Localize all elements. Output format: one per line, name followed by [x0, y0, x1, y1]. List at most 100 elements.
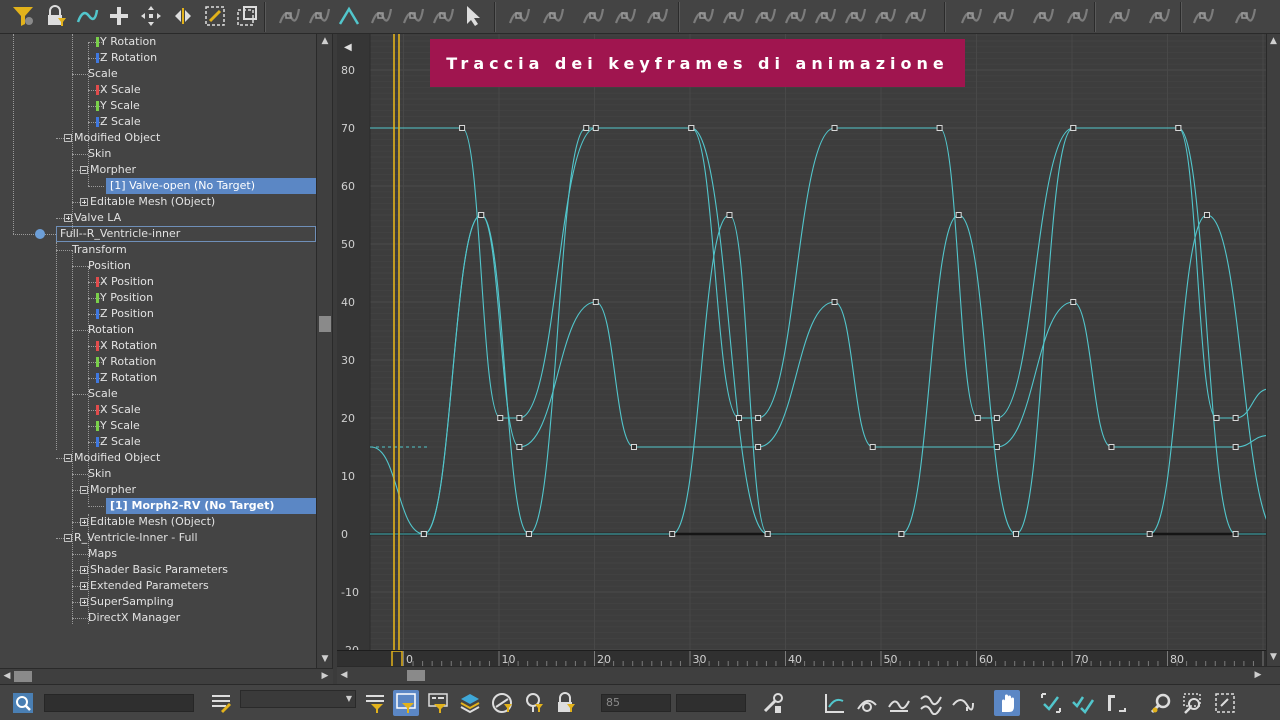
keyframe-point[interactable] [592, 125, 599, 131]
tree-item[interactable]: Z Rotation [0, 370, 316, 386]
keyframe-point[interactable] [955, 212, 962, 218]
tangent-custom-icon[interactable] [540, 3, 566, 29]
tree-item[interactable]: Position [0, 258, 316, 274]
tree-item[interactable]: Y Position [0, 290, 316, 306]
keyframe-point[interactable] [420, 531, 427, 537]
expand-plus-icon[interactable] [80, 598, 88, 606]
track-set-dropdown[interactable]: ▼ [240, 690, 356, 708]
tree-item[interactable]: Y Scale [0, 98, 316, 114]
keyframe-point[interactable] [516, 415, 523, 421]
tree-item[interactable]: Z Scale [0, 434, 316, 450]
loop-icon[interactable] [872, 3, 898, 29]
tree-item[interactable]: Editable Mesh (Object) [0, 514, 316, 530]
tree-item[interactable]: Modified Object [0, 130, 316, 146]
tree-item[interactable]: Morpher [0, 482, 316, 498]
keyframe-point[interactable] [831, 299, 838, 305]
graph-vertical-scrollbar[interactable]: ▲ ▼ [1266, 34, 1280, 666]
out-of-range-icon[interactable] [812, 3, 838, 29]
tree-hscroll-thumb[interactable] [14, 671, 32, 682]
frame-value-field[interactable]: 85 [601, 694, 671, 712]
lock-selection-icon[interactable] [552, 690, 578, 716]
show-curves-icon[interactable] [1190, 3, 1216, 29]
tree-item[interactable]: Rotation [0, 322, 316, 338]
key-tangent-icon[interactable] [368, 3, 394, 29]
layers-icon[interactable] [457, 690, 483, 716]
tree-item[interactable]: X Scale [0, 402, 316, 418]
tree-item[interactable]: Y Rotation [0, 354, 316, 370]
keyframe-point[interactable] [516, 444, 523, 450]
keyframe-point[interactable] [459, 125, 466, 131]
collapse-minus-icon[interactable] [80, 166, 88, 174]
show-keyable-icon[interactable] [336, 3, 362, 29]
tree-vertical-scrollbar[interactable]: ▲ ▼ [316, 34, 332, 668]
keyframe-point[interactable] [1012, 531, 1019, 537]
collapse-minus-icon[interactable] [64, 134, 72, 142]
tree-item[interactable]: Z Position [0, 306, 316, 322]
keyframe-point[interactable] [1203, 212, 1210, 218]
filter-icon[interactable] [10, 3, 36, 29]
edit-curve-icon[interactable] [74, 3, 100, 29]
collapse-minus-icon[interactable] [80, 486, 88, 494]
tree-item[interactable]: Scale [0, 66, 316, 82]
graph-scroll-up-icon[interactable]: ▲ [1267, 34, 1280, 48]
collapse-minus-icon[interactable] [64, 454, 72, 462]
tree-item[interactable]: X Position [0, 274, 316, 290]
keyframe-point[interactable] [478, 212, 485, 218]
zoom-region-icon[interactable] [1104, 690, 1130, 716]
scroll-right-icon[interactable]: ▶ [318, 669, 332, 684]
tree-item[interactable]: DirectX Manager [0, 610, 316, 626]
keyframe-point[interactable] [755, 444, 762, 450]
tangent-auto-icon[interactable] [506, 3, 532, 29]
lock-icon[interactable] [42, 3, 68, 29]
tree-item[interactable]: Editable Mesh (Object) [0, 194, 316, 210]
keyframe-point[interactable] [993, 415, 1000, 421]
tree-item[interactable]: [1] Valve-open (No Target) [0, 178, 316, 194]
slide-keys-icon[interactable] [170, 3, 196, 29]
filter-selected-tracks-icon[interactable] [362, 690, 388, 716]
zoom-region-magnify-icon[interactable] [1180, 690, 1206, 716]
tree-item[interactable]: Extended Parameters [0, 578, 316, 594]
pan-hand-icon[interactable] [994, 690, 1020, 716]
tree-item[interactable]: X Rotation [0, 338, 316, 354]
keyframe-point[interactable] [898, 531, 905, 537]
expand-plus-icon[interactable] [64, 214, 72, 222]
tree-item[interactable]: X Scale [0, 82, 316, 98]
keyframe-point[interactable] [1175, 125, 1182, 131]
keyframe-point[interactable] [1070, 299, 1077, 305]
show-all-icon[interactable] [1232, 3, 1258, 29]
tree-item[interactable]: SuperSampling [0, 594, 316, 610]
smooth-icon[interactable] [782, 3, 808, 29]
tree-item[interactable]: Morpher [0, 162, 316, 178]
keyframe-point[interactable] [1232, 415, 1239, 421]
tree-item[interactable]: R_Ventricle-Inner - Full [0, 530, 316, 546]
zoom-extents-icon[interactable] [1212, 690, 1238, 716]
scale-keys-icon[interactable] [202, 3, 228, 29]
zoom-selected-icon[interactable] [10, 690, 36, 716]
tangent-slow-icon[interactable] [612, 3, 638, 29]
zoom-icon[interactable] [1148, 690, 1174, 716]
keyframe-point[interactable] [669, 531, 676, 537]
keyframe-point[interactable] [1232, 531, 1239, 537]
keyframe-point[interactable] [1108, 444, 1115, 450]
expand-plus-icon[interactable] [80, 518, 88, 526]
keyframe-point[interactable] [831, 125, 838, 131]
curve-in-icon[interactable] [958, 3, 984, 29]
key-step-icon[interactable] [400, 3, 426, 29]
tree-horizontal-scrollbar[interactable]: ◀ ▶ [0, 668, 333, 684]
frame-value-extents-icon[interactable] [1070, 690, 1096, 716]
filter-controller-icon[interactable] [520, 690, 546, 716]
keyframe-point[interactable] [936, 125, 943, 131]
time-ruler-canvas[interactable]: 0 10 20 30 40 50 60 70 80 [337, 651, 1266, 667]
keyframe-point[interactable] [592, 299, 599, 305]
collapse-minus-icon[interactable] [64, 534, 72, 542]
ease-out-icon[interactable] [690, 3, 716, 29]
keyframe-point[interactable] [764, 531, 771, 537]
add-keys-icon[interactable] [106, 3, 132, 29]
snap-frames-icon[interactable] [276, 3, 302, 29]
scroll-up-icon[interactable]: ▲ [317, 34, 332, 48]
collapse-arrow-icon[interactable]: ◀ [344, 42, 352, 53]
tree-item[interactable]: Modified Object [0, 450, 316, 466]
show-all-tangents-icon[interactable] [854, 690, 880, 716]
key-smooth-icon[interactable] [430, 3, 456, 29]
expand-plus-icon[interactable] [80, 566, 88, 574]
